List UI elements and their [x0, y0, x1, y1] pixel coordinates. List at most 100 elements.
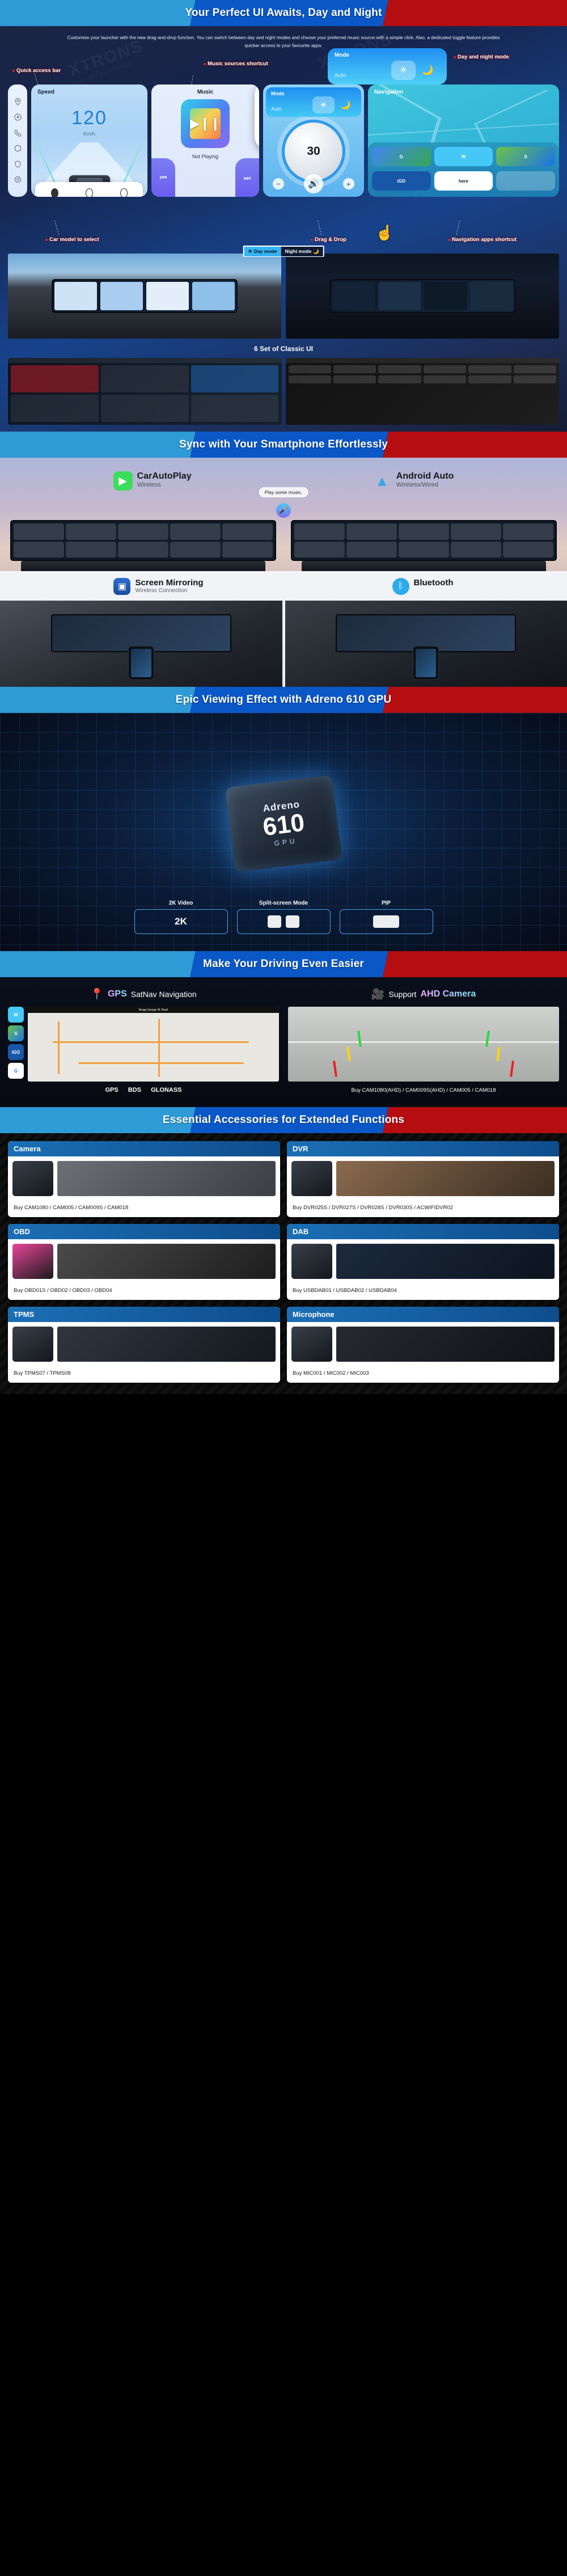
mode-label: Mode [335, 52, 350, 59]
accessory-buy-text[interactable]: Buy USBDAB01 / USBDAB02 / USBDAB04 [287, 1283, 559, 1300]
app-sygic-icon[interactable]: S [8, 1025, 24, 1042]
ahd-camera-screenshot [288, 1007, 559, 1082]
gps-system: GLONASS [151, 1087, 182, 1094]
map-street-label: Rruga George W. Bush [28, 1007, 279, 1013]
launcher-preview: Speed 120 Km/h Music ▶❙❙ Not Playing ⏮ ⏭ [8, 85, 559, 197]
accessories-grid: Camera Buy CAM1080 / CAM005 / CAM009S / … [0, 1133, 567, 1394]
accessory-title: Camera [8, 1141, 280, 1157]
mode-widget-preview[interactable]: Mode Auto ☀ 🌙 [328, 48, 447, 85]
radio-icon[interactable] [120, 188, 128, 197]
app-waze-icon[interactable]: W [8, 1007, 24, 1023]
day-mode-toggle[interactable]: ☀ Day mode [244, 246, 281, 256]
mode-widget[interactable]: Mode Auto ☀ 🌙 [266, 87, 361, 117]
product-photo [12, 1326, 53, 1362]
volume-up-button[interactable]: + [342, 178, 354, 190]
ahd-title-accent: AHD Camera [420, 989, 476, 999]
album-art: ▶❙❙ [181, 99, 230, 149]
volume-widget[interactable]: Mode Auto ☀ 🌙 30 − 🔊 + [263, 85, 364, 197]
moon-icon[interactable]: 🌙 [416, 61, 440, 80]
banner-gpu: Epic Viewing Effect with Adreno 610 GPU [0, 687, 567, 713]
accessory-card-microphone: Microphone Buy MIC001 / MIC002 / MIC003 [287, 1306, 559, 1383]
navigation-title: Navigation [374, 89, 404, 96]
car-option[interactable] [73, 188, 105, 197]
gps-map-screenshot: Rruga George W. Bush [28, 1007, 279, 1082]
location-icon[interactable] [14, 98, 22, 106]
navigation-app-dock[interactable]: G W S iGO here [368, 142, 559, 197]
volume-speaker-icon[interactable]: 🔊 [303, 174, 323, 194]
accessory-buy-text[interactable]: Buy OBD01S / OBD02 / OBD03 / OBD04 [8, 1283, 280, 1300]
app-waze[interactable]: W [434, 147, 493, 167]
play-pause-icon[interactable]: ▶❙❙ [190, 116, 221, 131]
music-widget[interactable]: Music ▶❙❙ Not Playing ⏮ ⏭ ♫ ᛒ ⌃ [151, 85, 259, 197]
ui-description: Customise your launcher with the new dra… [67, 35, 500, 48]
navigation-widget[interactable]: Navigation G W S iGO here [368, 85, 559, 197]
product-screenshot [57, 1161, 276, 1197]
carplay-sub: Wireless [137, 481, 161, 488]
car-option[interactable] [108, 188, 139, 197]
night-mode-toggle[interactable]: Night mode 🌙 [281, 246, 323, 256]
volume-controls: − 🔊 + [263, 174, 364, 194]
shield-icon[interactable] [14, 160, 22, 168]
volume-down-button[interactable]: − [273, 178, 285, 190]
callout-row-top: Quick access bar Music sources shortcut … [0, 48, 567, 88]
gps-header: 📍 GPS SatNav Navigation [8, 987, 279, 1001]
radio-icon[interactable] [85, 188, 93, 197]
sun-icon[interactable]: ☀ [391, 61, 416, 81]
voice-bubble: Play some music. [259, 487, 308, 498]
app-google-maps[interactable]: G [372, 147, 431, 167]
accessory-card-dvr: DVR Buy DVR025S / DVR027S / DVR028S / DV… [287, 1141, 559, 1218]
app-google-maps-icon[interactable]: G [8, 1063, 24, 1079]
app-more[interactable] [496, 171, 555, 191]
product-screenshot [336, 1244, 555, 1279]
phone-icon[interactable] [14, 129, 22, 137]
accessory-buy-text[interactable]: Buy CAM1080 / CAM005 / CAM009S / CAM018 [8, 1201, 280, 1217]
day-mode-label: Day mode [253, 248, 277, 255]
hand-cursor-icon: ☝ [375, 224, 394, 242]
mirroring-header-row: ▣ Screen Mirroring Wireless Connection ᛒ… [0, 578, 567, 601]
speed-widget[interactable]: Speed 120 Km/h [31, 85, 147, 197]
banner-title-sync: Sync with Your Smartphone Effortlessly [179, 438, 388, 451]
banner-sync: Sync with Your Smartphone Effortlessly [0, 432, 567, 458]
radio-selected-icon[interactable] [50, 188, 58, 197]
callout-drag-drop: Drag & Drop [311, 237, 346, 243]
androidauto-screen [291, 520, 557, 561]
feature-box [236, 909, 331, 935]
gps-title-rest: SatNav Navigation [130, 990, 197, 999]
sun-icon[interactable]: ☀ [312, 96, 335, 114]
day-night-toggle[interactable]: ☀ Day mode Night mode 🌙 [243, 246, 324, 257]
bluetooth-name: Bluetooth [413, 578, 454, 588]
accessory-buy-text[interactable]: Buy TPMS07 / TPMS08 [8, 1366, 280, 1383]
moon-icon[interactable]: 🌙 [335, 96, 357, 113]
app-here[interactable]: here [434, 171, 493, 191]
apps-box-icon[interactable] [14, 144, 22, 153]
app-igo-icon[interactable]: iGO [8, 1044, 24, 1061]
classic-ui-screenshot [8, 358, 282, 425]
assistant-icon[interactable] [14, 113, 22, 121]
head-unit-screen [329, 279, 515, 314]
app-sygic[interactable]: S [496, 147, 555, 167]
quick-access-bar[interactable] [8, 85, 27, 197]
adreno-chip: Adreno 610 GPU [225, 775, 342, 873]
banner-title-accessories: Essential Accessories for Extended Funct… [162, 1114, 405, 1126]
product-photo [291, 1161, 332, 1197]
accessory-buy-text[interactable]: Buy MIC001 / MIC002 / MIC003 [287, 1366, 559, 1383]
carplay-name: CarAutoPlay [137, 471, 192, 482]
classic-ui-title: 6 Set of Classic UI [253, 345, 314, 353]
car-option[interactable] [39, 188, 70, 197]
gps-system: GPS [105, 1087, 119, 1094]
accessory-buy-text[interactable]: Buy DVR025S / DVR027S / DVR028S / DVR030… [287, 1201, 559, 1217]
gps-title-accent: GPS [107, 989, 127, 999]
ahd-column: 🎥 Support AHD Camera Buy CAM1080(AHD) / … [288, 987, 559, 1095]
microphone-icon: 🎤 [276, 503, 291, 518]
dashboard-row [0, 517, 567, 572]
car-model-picker[interactable] [35, 182, 143, 197]
day-night-segment[interactable]: ☀ 🌙 [312, 96, 357, 114]
app-igo[interactable]: iGO [372, 171, 431, 191]
section-sync: ▶ CarAutoPlay Wireless ▲ Android Auto Wi… [0, 458, 567, 572]
banner-accessories: Essential Accessories for Extended Funct… [0, 1107, 567, 1134]
music-source-popup[interactable]: ♫ ᛒ ⌃ [255, 85, 259, 150]
day-mode-screenshot [8, 254, 281, 339]
settings-icon[interactable] [14, 175, 22, 184]
next-track-button[interactable]: ⏭ [235, 158, 259, 197]
prev-track-button[interactable]: ⏮ [151, 158, 175, 197]
